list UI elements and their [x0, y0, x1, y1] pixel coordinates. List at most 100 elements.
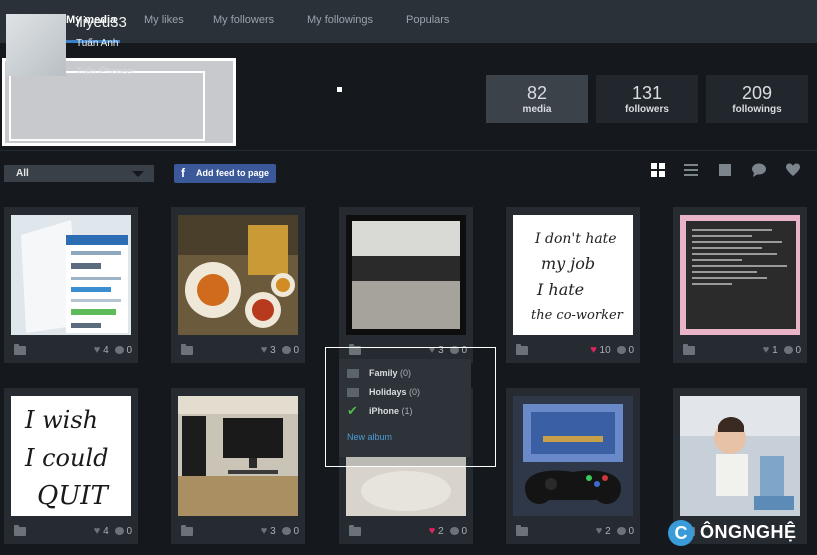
comment-icon[interactable]: [282, 346, 292, 354]
like-icon[interactable]: ♥: [261, 344, 268, 356]
media-card[interactable]: ♥ 3 0: [171, 207, 305, 363]
media-stats: ♥ 4 0: [94, 525, 132, 537]
folder-icon[interactable]: [349, 525, 361, 536]
comment-icon[interactable]: [751, 162, 767, 178]
album-option-label: Holidays (0): [369, 387, 421, 397]
media-photo[interactable]: [11, 215, 131, 335]
stat-followings-value: 209: [741, 83, 773, 103]
comment-icon[interactable]: [115, 346, 125, 354]
media-card[interactable]: ♥ 2 0: [506, 388, 640, 544]
note-line: my job: [541, 254, 595, 273]
stat-media-value: 82: [526, 83, 548, 103]
media-stats: ♥ 3 0: [261, 344, 299, 356]
media-card[interactable]: I wish I could QUIT ♥ 4 0: [4, 388, 138, 544]
watermark-glyph: C: [668, 520, 694, 546]
stat-followers-label: followers: [625, 104, 669, 115]
folder-icon[interactable]: [516, 344, 528, 355]
like-icon[interactable]: ♥: [429, 525, 436, 537]
folder-icon[interactable]: [516, 525, 528, 536]
add-feed-to-page-button[interactable]: f Add feed to page: [174, 164, 276, 183]
note-line: I wish: [24, 406, 98, 434]
media-card[interactable]: ♥ 1 0: [673, 207, 807, 363]
grid-icon[interactable]: [650, 162, 666, 178]
folder-icon[interactable]: [14, 344, 26, 355]
media-photo[interactable]: [680, 215, 800, 335]
comment-icon[interactable]: [282, 527, 292, 535]
like-count: 4: [103, 526, 109, 537]
heart-icon[interactable]: [785, 162, 801, 178]
media-photo[interactable]: [178, 215, 298, 335]
album-popup: Family (0) Holidays (0) ✔ iPhone (1) New…: [339, 359, 471, 457]
media-card[interactable]: ♥ 4 0: [4, 207, 138, 363]
folder-icon[interactable]: [181, 344, 193, 355]
media-photo[interactable]: [513, 396, 633, 516]
cursor-dot: [337, 87, 342, 92]
game-controller-image: [513, 396, 633, 516]
like-icon[interactable]: ♥: [763, 344, 770, 356]
tab-populars[interactable]: Populars: [406, 0, 449, 43]
comment-icon[interactable]: [115, 527, 125, 535]
media-card[interactable]: I don't hate my job I hate the co-worker…: [506, 207, 640, 363]
media-card[interactable]: ♥ 3 0: [339, 207, 473, 363]
tab-my-followers[interactable]: My followers: [213, 0, 274, 43]
new-album-link[interactable]: New album: [347, 432, 392, 442]
album-filter-value: All: [16, 168, 29, 179]
handwritten-note-image: I wish I could QUIT: [11, 396, 131, 516]
media-stats: ♥ 2 0: [596, 525, 634, 537]
food-photo-image: [178, 215, 298, 335]
note-line: I could: [24, 444, 109, 472]
media-photo[interactable]: I don't hate my job I hate the co-worker: [513, 215, 633, 335]
like-icon[interactable]: ♥: [596, 525, 603, 537]
list-icon[interactable]: [683, 162, 699, 178]
media-photo[interactable]: [346, 215, 466, 335]
stat-media[interactable]: 82 media: [486, 75, 588, 123]
facebook-icon: f: [181, 166, 185, 180]
album-option-label: Family (0): [369, 368, 412, 378]
media-photo[interactable]: [178, 396, 298, 516]
app-screenshot-image: [11, 215, 131, 335]
tab-my-likes[interactable]: My likes: [144, 0, 184, 43]
profile-highlight: [9, 71, 205, 141]
checkmark-icon: ✔: [347, 403, 358, 418]
comment-icon[interactable]: [617, 527, 627, 535]
comment-count: 0: [126, 526, 132, 537]
comment-count: 0: [293, 345, 299, 356]
media-stats: ♥ 1 0: [763, 344, 801, 356]
stat-media-label: media: [522, 104, 552, 115]
folder-icon[interactable]: [683, 344, 695, 355]
folder-icon[interactable]: [14, 525, 26, 536]
media-photo[interactable]: [680, 396, 800, 516]
like-icon[interactable]: ♥: [94, 344, 101, 356]
folder-icon[interactable]: [181, 525, 193, 536]
like-count: 4: [103, 345, 109, 356]
note-line: I hate: [536, 280, 584, 299]
comment-count: 0: [126, 345, 132, 356]
square-icon[interactable]: [717, 162, 733, 178]
section-divider: [0, 150, 817, 151]
media-stats: ♥ 10 0: [590, 344, 634, 356]
media-photo[interactable]: I wish I could QUIT: [11, 396, 131, 516]
like-icon[interactable]: ♥: [590, 344, 597, 356]
avatar[interactable]: [6, 14, 66, 76]
watermark-text: ÔNGNGHỆ: [700, 522, 797, 542]
tab-my-followings[interactable]: My followings: [307, 0, 373, 43]
stat-followers[interactable]: 131 followers: [596, 75, 698, 123]
like-icon[interactable]: ♥: [94, 525, 101, 537]
folder-icon: [347, 369, 359, 378]
note-line: the co-worker: [531, 308, 624, 323]
profile-bio: Tuấn iPhoneer: [76, 66, 135, 76]
like-count: 3: [270, 345, 276, 356]
like-icon[interactable]: ♥: [261, 525, 268, 537]
stat-followings[interactable]: 209 followings: [706, 75, 808, 123]
media-card[interactable]: ♥ 3 0: [171, 388, 305, 544]
profile-fullname: Tuấn Anh: [76, 38, 119, 49]
like-count: 10: [599, 345, 611, 356]
album-filter-select[interactable]: All: [4, 165, 154, 182]
comment-icon[interactable]: [617, 346, 627, 354]
terminal-screen-image: [680, 215, 800, 335]
comment-count: 0: [461, 526, 467, 537]
comment-count: 0: [795, 345, 801, 356]
comment-icon[interactable]: [784, 346, 794, 354]
desk-computer-image: [178, 396, 298, 516]
comment-icon[interactable]: [450, 527, 460, 535]
